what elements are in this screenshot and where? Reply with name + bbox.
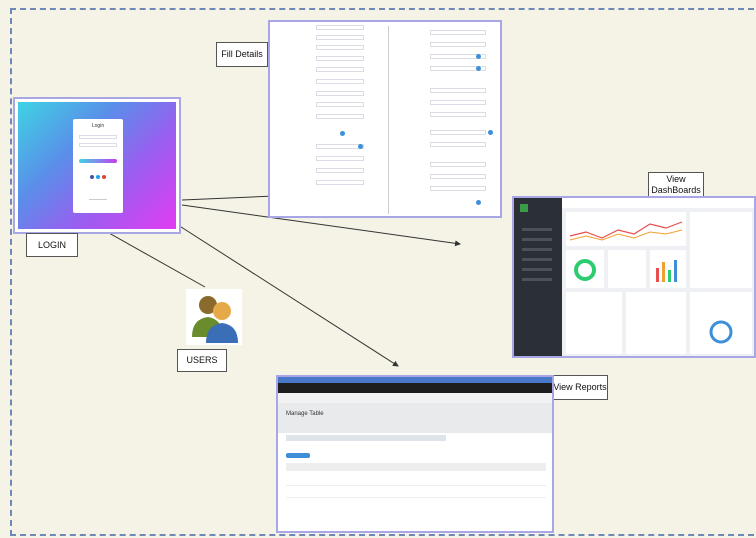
reports-thumbnail[interactable]: Manage Table: [276, 375, 554, 533]
sidebar-menu-item[interactable]: [522, 258, 552, 261]
gauge-graphic: [709, 320, 733, 344]
users-label: USERS: [177, 349, 227, 372]
reports-table-row: [286, 475, 546, 486]
area-panel: [608, 250, 646, 288]
reports-menubar: [278, 383, 552, 393]
reports-new-button[interactable]: [286, 453, 310, 458]
sidebar-menu-item[interactable]: [522, 248, 552, 251]
view-reports-label: View Reports: [552, 375, 608, 400]
dashboard-logo: [520, 204, 528, 212]
progress-panel-1: [566, 292, 622, 354]
login-card: Login: [73, 119, 123, 213]
bar-panel: [650, 250, 686, 288]
reports-tab-row: [286, 435, 446, 441]
arrow-users-to-login: [99, 227, 206, 288]
progress-panel-2: [626, 292, 686, 354]
fill-details-form-thumbnail[interactable]: [268, 20, 502, 218]
view-dashboards-label: View DashBoards: [648, 172, 704, 197]
login-button[interactable]: [79, 159, 117, 163]
social-login-facebook-icon[interactable]: [90, 175, 94, 179]
reports-header-title: Manage Table: [286, 411, 324, 417]
login-screen-thumbnail[interactable]: Login: [13, 97, 181, 234]
dashboard-sidebar: [514, 198, 562, 356]
sidebar-menu-item[interactable]: [522, 268, 552, 271]
donut-graphic: [574, 259, 596, 281]
dashboard-main: [562, 198, 754, 356]
users-icon-graphic: [192, 296, 238, 343]
reports-header: Manage Table: [278, 403, 552, 433]
social-login-twitter-icon[interactable]: [96, 175, 100, 179]
sidebar-menu-item[interactable]: [522, 278, 552, 281]
reports-table-header: [286, 463, 546, 471]
login-card-title: Login: [91, 123, 105, 129]
dashboard-topbar: [562, 198, 754, 208]
bar-graphic: [656, 260, 677, 282]
gauge-panel: [690, 292, 752, 354]
login-label: LOGIN: [26, 233, 78, 257]
sidebar-menu-item[interactable]: [522, 228, 552, 231]
social-login-google-icon[interactable]: [102, 175, 106, 179]
login-username-field[interactable]: [79, 135, 117, 139]
reports-table-row: [286, 487, 546, 498]
login-footer-line: [89, 199, 107, 200]
users-icon: [186, 289, 242, 345]
form-left-column: [270, 22, 388, 216]
fill-details-label: Fill Details: [216, 42, 268, 67]
sidebar-menu-item[interactable]: [522, 238, 552, 241]
dashboard-thumbnail[interactable]: [512, 196, 756, 358]
line-chart-graphic: [569, 221, 683, 241]
line-chart-panel: [566, 212, 686, 246]
form-right-column: [390, 22, 500, 216]
side-list-panel: [690, 212, 752, 288]
login-password-field[interactable]: [79, 143, 117, 147]
form-divider: [388, 26, 389, 214]
donut-panel: [566, 250, 604, 288]
